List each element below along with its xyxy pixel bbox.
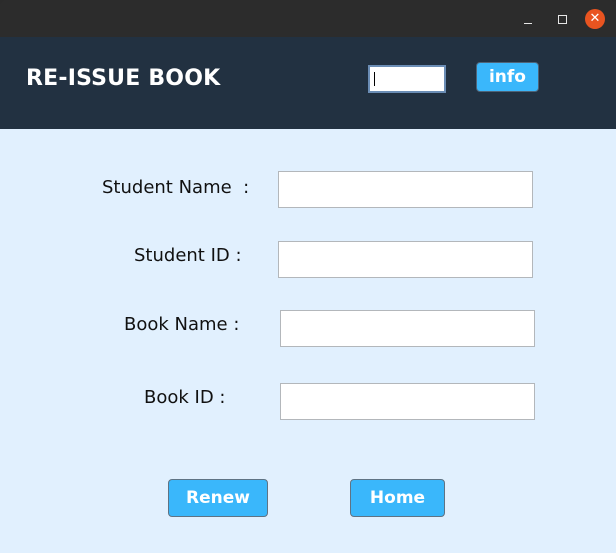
close-button[interactable]: ✕ bbox=[585, 9, 605, 29]
renew-button[interactable]: Renew bbox=[168, 479, 268, 517]
close-icon: ✕ bbox=[589, 11, 601, 26]
book-name-input[interactable] bbox=[280, 310, 535, 347]
minimize-button[interactable] bbox=[518, 9, 538, 29]
home-button[interactable]: Home bbox=[350, 479, 445, 517]
book-id-label: Book ID : bbox=[144, 387, 226, 408]
maximize-icon bbox=[557, 14, 567, 24]
header-text-input[interactable] bbox=[368, 65, 446, 93]
minimize-icon bbox=[524, 22, 532, 24]
window-titlebar: ✕ bbox=[0, 0, 616, 37]
student-id-label: Student ID : bbox=[134, 245, 242, 266]
book-name-label: Book Name : bbox=[124, 314, 240, 335]
info-button[interactable]: info bbox=[476, 62, 539, 92]
student-name-input[interactable] bbox=[278, 171, 533, 208]
text-caret bbox=[374, 72, 375, 86]
student-name-label: Student Name : bbox=[102, 177, 250, 198]
maximize-button[interactable] bbox=[552, 9, 572, 29]
page-title: RE-ISSUE BOOK bbox=[26, 66, 221, 91]
book-id-input[interactable] bbox=[280, 383, 535, 420]
student-id-input[interactable] bbox=[278, 241, 533, 278]
